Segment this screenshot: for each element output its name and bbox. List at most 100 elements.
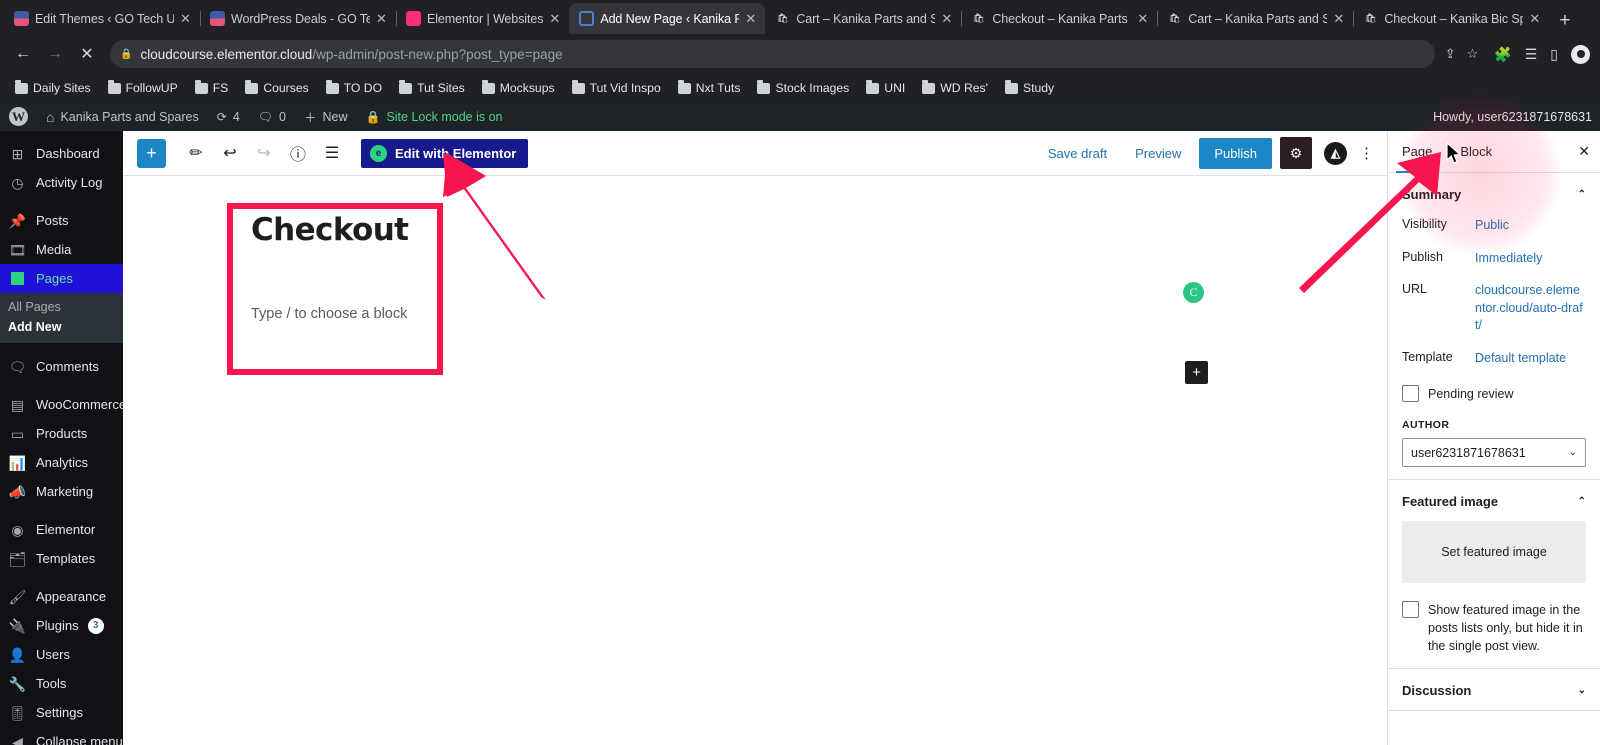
publish-button[interactable]: Publish: [1199, 137, 1272, 169]
reading-list-icon[interactable]: ☰: [1525, 46, 1538, 63]
howdy-menu[interactable]: Howdy, user6231871678631: [1433, 110, 1592, 124]
new-tab-button[interactable]: +: [1549, 11, 1580, 34]
pending-review-checkbox[interactable]: [1402, 385, 1419, 402]
bookmark-item[interactable]: WD Res': [915, 78, 995, 98]
undo-icon[interactable]: ↩: [213, 136, 247, 170]
close-icon[interactable]: ✕: [745, 12, 759, 25]
featured-image-visibility-row[interactable]: Show featured image in the posts lists o…: [1402, 601, 1586, 655]
add-block-button[interactable]: +: [137, 138, 166, 168]
sidebar-item-appearance[interactable]: 🖌 Appearance: [0, 582, 123, 611]
sidebar-item-collapse-menu[interactable]: ◀ Collapse menu: [0, 727, 123, 745]
bookmark-item[interactable]: Mocksups: [475, 78, 562, 98]
set-featured-image-button[interactable]: Set featured image: [1402, 521, 1586, 584]
wp-logo-menu[interactable]: W: [0, 102, 37, 131]
share-icon[interactable]: ⇪: [1445, 46, 1456, 62]
empty-block-placeholder[interactable]: Type / to choose a block: [251, 306, 811, 322]
publish-value[interactable]: Immediately: [1475, 250, 1586, 268]
bookmark-item[interactable]: Nxt Tuts: [671, 78, 748, 98]
comments-menu[interactable]: 🗨 0: [249, 102, 295, 131]
sidebar-item-elementor[interactable]: ◉ Elementor: [0, 515, 123, 544]
bookmark-item[interactable]: Courses: [238, 78, 315, 98]
extensions-puzzle-icon[interactable]: 🧩: [1494, 46, 1511, 63]
jetpack-icon[interactable]: ◭: [1324, 141, 1347, 165]
new-content-menu[interactable]: ＋ New: [295, 102, 357, 131]
bookmark-item[interactable]: TO DO: [319, 78, 389, 98]
browser-tab[interactable]: 🛍 Cart – Kanika Parts and Spa ✕: [1157, 3, 1355, 34]
updates-menu[interactable]: ⟳ 4: [208, 102, 249, 131]
featured-image-checkbox[interactable]: [1402, 601, 1419, 619]
sidebar-item-posts[interactable]: 📌 Posts: [0, 206, 123, 235]
site-name-menu[interactable]: ⌂ Kanika Parts and Spares: [37, 102, 208, 131]
sidebar-item-media[interactable]: 🎞 Media: [0, 235, 123, 264]
pencil-edit-icon[interactable]: ✏: [179, 136, 213, 170]
back-icon[interactable]: ←: [10, 41, 36, 67]
list-view-icon[interactable]: ☰: [315, 136, 349, 170]
preview-button[interactable]: Preview: [1121, 137, 1195, 169]
close-icon[interactable]: ✕: [180, 12, 194, 25]
template-value[interactable]: Default template: [1475, 350, 1586, 368]
bookmark-item[interactable]: UNI: [859, 78, 912, 98]
discussion-heading[interactable]: Discussion ⌄: [1402, 683, 1586, 698]
author-select[interactable]: user6231871678631 ⌄: [1402, 438, 1586, 468]
tab-block[interactable]: Block: [1446, 131, 1506, 172]
browser-tab[interactable]: Edit Themes ‹ GO Tech UG · ✕: [4, 3, 201, 34]
featured-image-heading[interactable]: Featured image ⌃: [1402, 494, 1586, 509]
close-icon[interactable]: ✕: [941, 12, 955, 25]
three-dots-icon[interactable]: ⋮: [1359, 146, 1374, 161]
visibility-value[interactable]: Public: [1475, 217, 1586, 235]
sidebar-item-pages[interactable]: Pages: [0, 264, 123, 293]
sidebar-item-plugins[interactable]: 🔌 Plugins 3: [0, 611, 123, 640]
sidebar-item-woocommerce[interactable]: ▤ WooCommerce: [0, 390, 126, 419]
browser-tab-active[interactable]: Add New Page ‹ Kanika Part ✕: [569, 3, 766, 34]
info-icon[interactable]: ⓘ: [281, 136, 315, 170]
close-icon[interactable]: ✕: [1568, 131, 1600, 172]
site-lock-status[interactable]: 🔒 Site Lock mode is on: [356, 102, 511, 131]
summary-heading[interactable]: Summary ⌃: [1402, 187, 1586, 202]
block-inserter-button[interactable]: +: [1185, 361, 1208, 384]
edit-with-elementor-button[interactable]: e Edit with Elementor: [361, 138, 529, 168]
close-icon[interactable]: ✕: [376, 12, 390, 25]
pending-review-row[interactable]: Pending review: [1402, 385, 1586, 403]
sidebar-item-activity-log[interactable]: ◷ Activity Log: [0, 168, 123, 197]
bookmark-item[interactable]: Stock Images: [750, 78, 856, 98]
editor-canvas[interactable]: Checkout Type / to choose a block C +: [123, 176, 1387, 745]
sidebar-item-marketing[interactable]: 📣 Marketing: [0, 477, 123, 506]
sidebar-item-dashboard[interactable]: ⊞ Dashboard: [0, 139, 123, 168]
sidebar-item-templates[interactable]: 🗂 Templates: [0, 544, 123, 573]
url-value[interactable]: cloudcourse.elementor.cloud/auto-draft/: [1475, 282, 1586, 335]
bookmark-item[interactable]: Daily Sites: [8, 78, 98, 98]
save-draft-button[interactable]: Save draft: [1034, 137, 1121, 169]
profile-avatar-icon[interactable]: [1571, 44, 1590, 64]
stop-icon[interactable]: ✕: [74, 41, 100, 67]
side-panel-icon[interactable]: ▯: [1550, 46, 1558, 63]
post-title-input[interactable]: Checkout: [251, 212, 811, 248]
tab-page[interactable]: Page: [1388, 131, 1446, 173]
bookmark-item[interactable]: Tut Sites: [392, 78, 472, 98]
close-icon[interactable]: ✕: [1529, 12, 1543, 25]
browser-tab[interactable]: Elementor | Websites ✕: [396, 3, 571, 34]
sidebar-item-comments[interactable]: 🗨 Comments: [0, 352, 123, 381]
bookmark-item[interactable]: Study: [998, 78, 1061, 98]
bookmark-item[interactable]: FS: [188, 78, 236, 98]
bookmark-item[interactable]: FollowUP: [101, 78, 185, 98]
gear-icon[interactable]: ⚙: [1280, 137, 1312, 169]
sidebar-item-products[interactable]: ▭ Products: [0, 419, 123, 448]
browser-tab[interactable]: 🛍 Checkout – Kanika Parts an ✕: [961, 3, 1159, 34]
browser-tab[interactable]: WordPress Deals - GO Tech ✕: [200, 3, 397, 34]
forward-icon[interactable]: →: [42, 41, 68, 67]
sidebar-item-settings[interactable]: 🎚 Settings: [0, 698, 123, 727]
close-icon[interactable]: ✕: [1333, 12, 1347, 25]
bookmark-item[interactable]: Tut Vid Inspo: [565, 78, 668, 98]
redo-icon[interactable]: ↪: [247, 136, 281, 170]
close-icon[interactable]: ✕: [1137, 12, 1151, 25]
submenu-item-add-new[interactable]: Add New: [0, 317, 123, 337]
sidebar-item-tools[interactable]: 🔧 Tools: [0, 669, 123, 698]
submenu-item-all-pages[interactable]: All Pages: [0, 297, 123, 317]
sidebar-item-users[interactable]: 👤 Users: [0, 640, 123, 669]
close-icon[interactable]: ✕: [549, 12, 563, 25]
browser-tab[interactable]: 🛍 Checkout – Kanika Bic Spar ✕: [1353, 3, 1549, 34]
bookmark-star-icon[interactable]: ☆: [1467, 46, 1479, 62]
browser-tab[interactable]: 🛍 Cart – Kanika Parts and Spa ✕: [765, 3, 963, 34]
url-input[interactable]: 🔒 cloudcourse.elementor.cloud/wp-admin/p…: [110, 40, 1435, 68]
sidebar-item-analytics[interactable]: 📊 Analytics: [0, 448, 123, 477]
